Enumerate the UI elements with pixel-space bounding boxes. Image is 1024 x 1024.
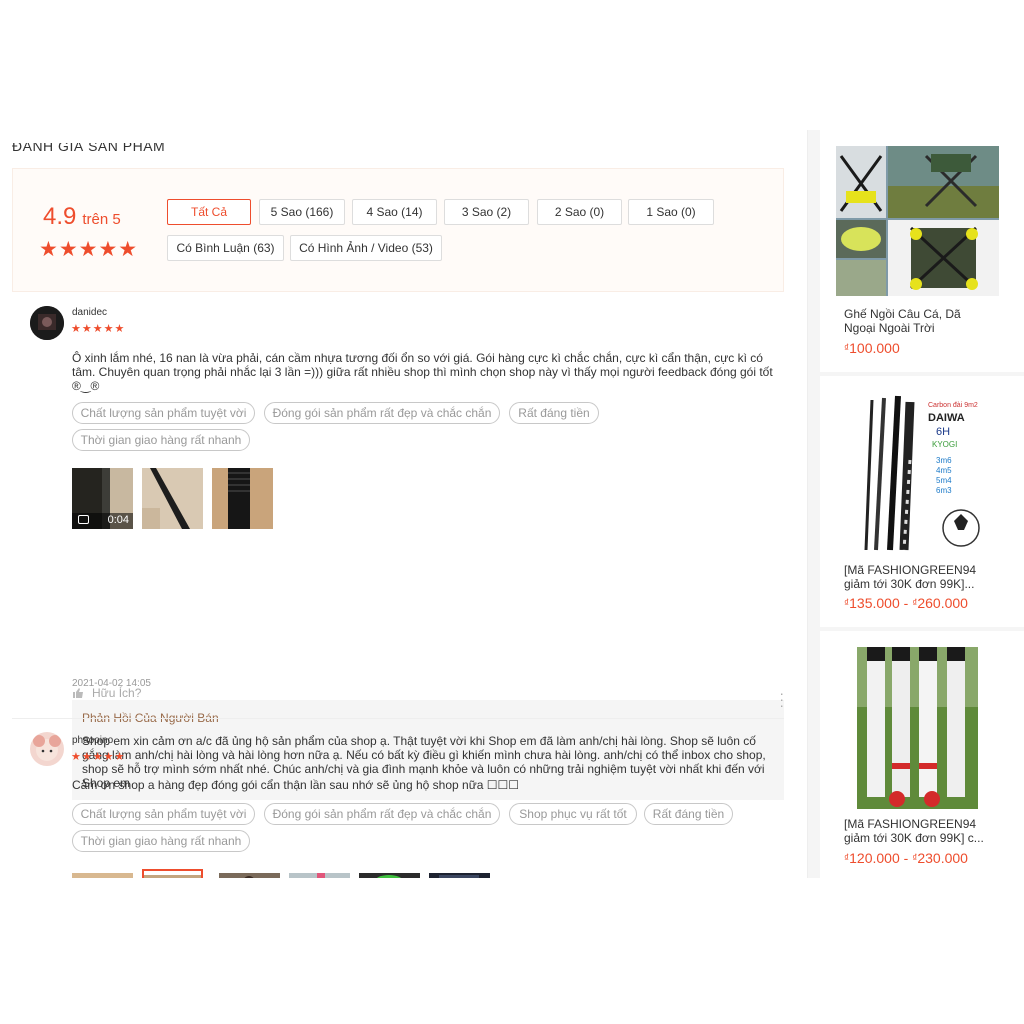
helpful-label: Hữu Ích? (92, 686, 142, 700)
helpful-button[interactable]: Hữu Ích? (72, 686, 141, 700)
filter-all[interactable]: Tất Cả (167, 199, 251, 225)
price-separator: - (899, 850, 913, 866)
more-options-icon[interactable]: · · · (779, 686, 784, 712)
product-card[interactable]: Carbon đài 9m2 DAIWA 6H KYOGI 3m6 4m5 5m… (820, 376, 1024, 627)
price-value: 100.000 (849, 340, 900, 356)
review-video-thumbnail[interactable]: 0:04 (72, 468, 133, 529)
filter-with-comments[interactable]: Có Bình Luận (63) (167, 235, 284, 261)
review-username[interactable]: danidec (72, 307, 107, 318)
review-tag: Shop phục vụ rất tốt (509, 803, 637, 825)
review-tag: Rất đáng tiền (644, 803, 733, 825)
price-value: 260.000 (917, 595, 968, 611)
product-image-label: 6m3 (936, 486, 952, 495)
avatar[interactable] (30, 306, 64, 340)
review-divider (12, 718, 784, 719)
filter-4-star[interactable]: 4 Sao (14) (352, 199, 437, 225)
video-camera-icon (78, 515, 89, 524)
product-price: ₫100.000 (844, 340, 900, 356)
product-image-label: DAIWA (928, 412, 965, 424)
filter-2-star[interactable]: 2 Sao (0) (537, 199, 622, 225)
product-name[interactable]: [Mã FASHIONGREEN94 giảm tới 30K đơn 99K]… (844, 817, 994, 845)
filter-3-star[interactable]: 3 Sao (2) (444, 199, 529, 225)
avatar[interactable] (30, 732, 64, 766)
review-tag: Thời gian giao hàng rất nhanh (72, 830, 250, 852)
product-name[interactable]: [Mã FASHIONGREEN94 giảm tới 30K đơn 99K]… (844, 563, 994, 591)
product-image-label: 4m5 (936, 466, 952, 475)
review-stars: ★★★★★ (71, 751, 126, 763)
thumbs-up-icon (73, 688, 83, 698)
product-ratings-section: ĐÁNH GIÁ SẢN PHẨM 4.9 trên 5 ★★★★★ Tất Cả… (12, 130, 784, 878)
review-item: phaooino ★★★★★ Cảm ơn shop a hàng đẹp đó… (12, 730, 784, 878)
review-tag: Đóng gói sản phẩm rất đẹp và chắc chắn (264, 803, 500, 825)
section-title: ĐÁNH GIÁ SẢN PHẨM (12, 138, 166, 154)
review-image-thumbnail[interactable] (142, 468, 203, 529)
review-image-thumbnail[interactable] (212, 468, 273, 529)
review-image-thumbnail[interactable] (429, 869, 490, 878)
filter-5-star[interactable]: 5 Sao (166) (259, 199, 345, 225)
review-tag: Chất lượng sản phẩm tuyệt vời (72, 402, 255, 424)
review-item: danidec ★★★★★ Ô xinh lắm nhé, 16 nan là … (12, 302, 784, 800)
product-image: Carbon đài 9m2 DAIWA 6H KYOGI 3m6 4m5 5m… (836, 390, 999, 553)
filter-with-media[interactable]: Có Hình Ảnh / Video (53) (290, 235, 442, 261)
price-value: 230.000 (917, 850, 968, 866)
review-stars: ★★★★★ (71, 323, 126, 335)
product-image (836, 146, 999, 296)
product-image-label: KYOGI (932, 440, 958, 449)
filter-1-star[interactable]: 1 Sao (0) (628, 199, 714, 225)
review-tag: Rất đáng tiền (509, 402, 599, 424)
review-username[interactable]: phaooino (72, 735, 113, 746)
review-tag: Đóng gói sản phẩm rất đẹp và chắc chắn (264, 402, 500, 424)
price-value: 135.000 (849, 595, 900, 611)
review-image-thumbnail[interactable] (359, 869, 420, 878)
recommended-products-sidebar: Ghế Ngồi Câu Cá, Dã Ngoại Ngoài Trời ₫10… (807, 130, 1024, 878)
review-image-thumbnail[interactable] (219, 869, 280, 878)
product-image-label: 3m6 (936, 456, 952, 465)
rating-stars: ★★★★★ (39, 238, 139, 261)
product-name[interactable]: Ghế Ngồi Câu Cá, Dã Ngoại Ngoài Trời (844, 307, 994, 335)
page-viewport: ĐÁNH GIÁ SẢN PHẨM 4.9 trên 5 ★★★★★ Tất Cả… (0, 130, 1024, 878)
rating-score: 4.9 trên 5 (43, 203, 121, 231)
review-tag: Thời gian giao hàng rất nhanh (72, 429, 250, 451)
product-image (857, 647, 978, 809)
product-image-label: 5m4 (936, 476, 952, 485)
price-separator: - (899, 595, 913, 611)
review-image-thumbnail[interactable] (72, 869, 133, 878)
avatar-image (30, 732, 64, 766)
product-image-label: 6H (936, 426, 951, 438)
rating-out-of: trên 5 (82, 211, 121, 228)
product-card[interactable]: [Mã FASHIONGREEN94 giảm tới 30K đơn 99K]… (820, 631, 1024, 878)
price-value: 120.000 (849, 850, 900, 866)
avatar-image (30, 306, 64, 340)
review-text: Ô xinh lắm nhé, 16 nan là vừa phải, cán … (72, 351, 773, 393)
product-image-label: Carbon đài 9m2 (928, 402, 978, 409)
review-text: Cảm ơn shop a hàng đẹp đóng gói cẩn thận… (72, 778, 520, 792)
review-image-thumbnail[interactable] (289, 869, 350, 878)
product-price: ₫120.000 - ₫230.000 (844, 850, 968, 866)
rating-score-value: 4.9 (43, 203, 77, 230)
rating-overview: 4.9 trên 5 ★★★★★ Tất Cả 5 Sao (166) 4 Sao… (12, 168, 784, 292)
video-duration: 0:04 (107, 514, 129, 526)
review-tag: Chất lượng sản phẩm tuyệt vời (72, 803, 255, 825)
review-image-thumbnail[interactable] (142, 869, 203, 878)
product-price: ₫135.000 - ₫260.000 (844, 595, 968, 611)
product-card[interactable]: Ghế Ngồi Câu Cá, Dã Ngoại Ngoài Trời ₫10… (820, 130, 1024, 372)
